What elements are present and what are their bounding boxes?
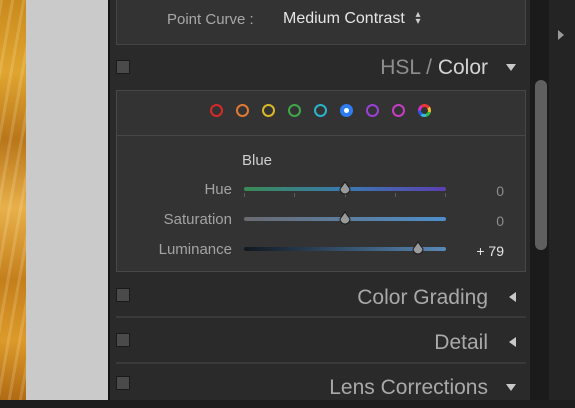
triangle-down-icon[interactable] — [506, 384, 516, 391]
band-title: Blue — [242, 152, 273, 169]
panel-toggle-switch[interactable] — [116, 60, 130, 74]
hsl-tab[interactable]: HSL — [380, 56, 420, 79]
point-curve-label: Point Curve : — [167, 11, 254, 28]
section-divider — [116, 316, 526, 318]
photo-preview — [0, 0, 26, 400]
swatch-yellow-icon[interactable] — [262, 104, 275, 117]
swatch-orange-icon[interactable] — [236, 104, 249, 117]
section-divider — [116, 362, 526, 364]
swatch-magenta-icon[interactable] — [392, 104, 405, 117]
preview-gutter — [26, 0, 108, 400]
detail-title[interactable]: Detail — [434, 331, 488, 355]
slider-tick — [294, 193, 295, 197]
luminance-value[interactable]: + 79 — [444, 243, 504, 259]
slider-tick — [395, 193, 396, 197]
luminance-label: Luminance — [158, 241, 232, 258]
panel-toggle-switch[interactable] — [116, 333, 130, 347]
swatch-blue-icon[interactable] — [340, 104, 353, 117]
saturation-value[interactable]: 0 — [444, 213, 504, 229]
hue-value[interactable]: 0 — [444, 183, 504, 199]
swatch-red-icon[interactable] — [210, 104, 223, 117]
swatch-divider — [117, 135, 525, 136]
lens-corrections-header[interactable]: Lens Corrections — [110, 368, 530, 408]
swatch-green-icon[interactable] — [288, 104, 301, 117]
hue-slider-knob[interactable] — [338, 181, 352, 197]
lens-corrections-title[interactable]: Lens Corrections — [329, 376, 488, 400]
panel-collapse-strip[interactable] — [549, 0, 575, 400]
hsl-color-header[interactable]: HSL / Color — [110, 48, 530, 88]
panel-toggle-switch[interactable] — [116, 376, 130, 390]
swatch-aqua-icon[interactable] — [314, 104, 327, 117]
saturation-slider-knob[interactable] — [338, 211, 352, 227]
title-slash: / — [426, 56, 432, 79]
triangle-left-icon[interactable] — [509, 292, 516, 302]
hsl-color-title[interactable]: HSL / Color — [380, 56, 488, 80]
luminance-slider-knob[interactable] — [411, 241, 425, 257]
collapse-right-arrow-icon[interactable] — [558, 30, 564, 40]
color-tab[interactable]: Color — [438, 56, 488, 79]
swatch-purple-icon[interactable] — [366, 104, 379, 117]
triangle-down-icon[interactable] — [506, 64, 516, 71]
color-grading-header[interactable]: Color Grading — [110, 278, 530, 318]
color-grading-title[interactable]: Color Grading — [357, 286, 488, 310]
detail-header[interactable]: Detail — [110, 322, 530, 362]
hue-label: Hue — [204, 181, 232, 198]
scrollbar-thumb[interactable] — [535, 80, 547, 250]
swatch-all-icon[interactable] — [418, 104, 431, 117]
saturation-label: Saturation — [163, 211, 232, 228]
panel-toggle-switch[interactable] — [116, 288, 130, 302]
triangle-left-icon[interactable] — [509, 337, 516, 347]
point-curve-dropdown[interactable]: Medium Contrast — [283, 10, 405, 28]
slider-tick — [244, 193, 245, 197]
dropdown-updown-icon[interactable]: ▴ ▾ — [414, 10, 422, 27]
